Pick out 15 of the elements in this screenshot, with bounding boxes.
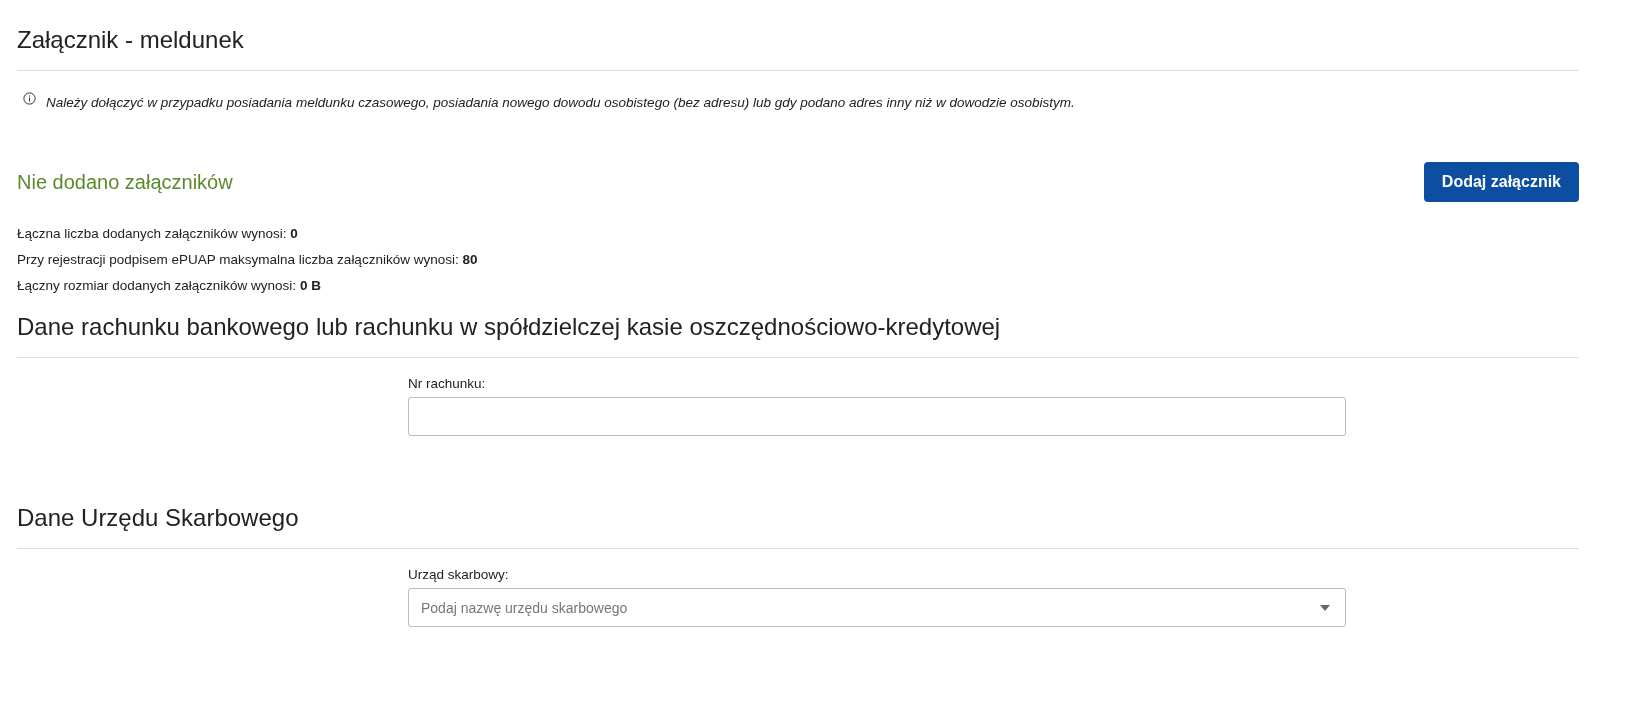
status-text: Nie dodano załączników (17, 170, 233, 194)
stat-text: Łączna liczba dodanych załączników wynosi: 0 (17, 226, 298, 241)
info-text: Należy dołączyć w przypadku posiadania meldunku czasowego, posiadania nowego dowodu osobistego (bez adresu) lub gdy podano adres inny niż w dowodzie osobistym. (46, 95, 1075, 110)
field-label: Urząd skarbowy: (408, 567, 509, 582)
caret-icon (1320, 604, 1330, 611)
input-field[interactable] (408, 397, 1346, 436)
dropdown-field[interactable]: Podaj nazwę urzędu skarbowego (408, 588, 1346, 627)
section-title: Dane rachunku bankowego lub rachunku w spółdzielczej kasie oszczędnościowo-kredytowej (17, 312, 1001, 342)
stat-text: Łączny rozmiar dodanych załączników wynosi: 0 B (17, 278, 321, 293)
section-title: Dane Urzędu Skarbowego (17, 503, 299, 533)
add-attachment-button[interactable]: Dodaj załącznik (1423, 162, 1579, 202)
stat-text: Przy rejestracji podpisem ePUAP maksymalna liczba załączników wynosi: 80 (17, 252, 478, 267)
field-label: Nr rachunku: (408, 376, 486, 391)
info-icon (23, 92, 36, 105)
section-title: Załącznik - meldunek (17, 25, 244, 55)
